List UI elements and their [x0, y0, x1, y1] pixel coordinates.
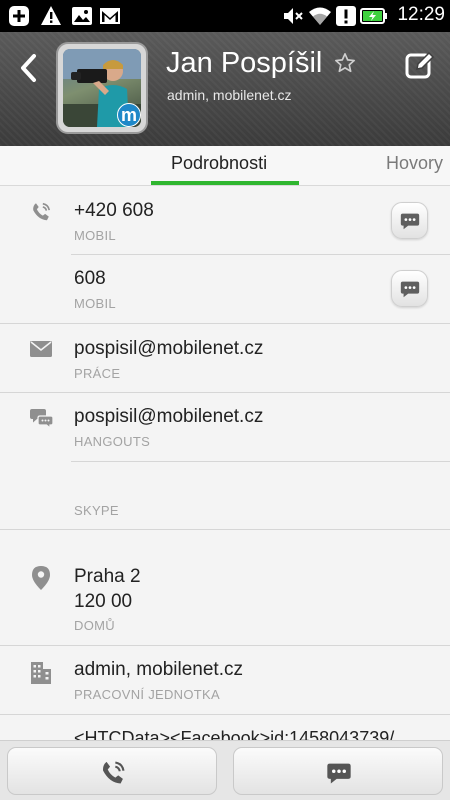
message-icon — [327, 763, 351, 784]
avatar[interactable]: m — [56, 42, 148, 134]
address-postcode: 120 00 — [74, 591, 133, 612]
sms-button[interactable] — [391, 202, 428, 239]
address-street: Praha 2 — [74, 566, 141, 587]
im-type: SKYPE — [74, 503, 119, 518]
contact-details: +420 608 MOBIL 608 MOBIL pospisil@mobile… — [0, 186, 450, 740]
notification-icon — [335, 5, 357, 32]
edit-icon — [405, 51, 435, 79]
image-icon — [71, 5, 93, 32]
message-button[interactable] — [233, 747, 443, 795]
wifi-icon — [308, 5, 332, 32]
account-badge: m — [117, 103, 141, 127]
phone-type: MOBIL — [74, 296, 116, 311]
email-icon — [30, 340, 52, 363]
message-icon — [400, 213, 420, 230]
email-address: pospisil@mobilenet.cz — [74, 338, 264, 359]
tab-details[interactable]: Podrobnosti — [171, 153, 267, 174]
note-text: <HTCData><Facebook>id:1458043739/ — [74, 728, 395, 740]
organization-type: PRACOVNÍ JEDNOTKA — [74, 687, 220, 702]
favorite-star-icon[interactable] — [334, 52, 356, 79]
email-type: PRÁCE — [74, 366, 121, 381]
gmail-icon — [99, 5, 121, 32]
address-type: DOMŮ — [74, 618, 115, 633]
battery-charging-icon — [360, 5, 388, 32]
phone-icon — [30, 200, 52, 229]
address-row[interactable]: Praha 2 120 00 DOMŮ — [0, 530, 450, 645]
add-icon — [8, 5, 30, 32]
hangouts-row[interactable]: pospisil@mobilenet.cz HANGOUTS — [0, 393, 450, 461]
clock: 12:29 — [397, 4, 445, 25]
tab-indicator — [151, 181, 299, 185]
phone-icon — [103, 761, 125, 784]
phone-number: 608 — [74, 268, 106, 289]
phone-row[interactable]: 608 MOBIL — [0, 255, 450, 323]
warning-icon — [40, 5, 62, 32]
bottom-action-bar — [0, 740, 450, 800]
call-button[interactable] — [7, 747, 217, 795]
phone-number: +420 608 — [74, 200, 154, 221]
back-button[interactable] — [14, 50, 44, 86]
organization-name: admin, mobilenet.cz — [74, 659, 243, 680]
contact-header: m Jan Pospíšil admin, mobilenet.cz — [0, 32, 450, 146]
phone-type: MOBIL — [74, 228, 116, 243]
tab-bar: Podrobnosti Hovory — [0, 146, 450, 186]
phone-row[interactable]: +420 608 MOBIL — [0, 186, 450, 254]
message-icon — [400, 281, 420, 298]
sms-button[interactable] — [391, 270, 428, 307]
skype-row[interactable]: SKYPE — [0, 462, 450, 530]
im-type: HANGOUTS — [74, 434, 151, 449]
hangouts-address: pospisil@mobilenet.cz — [74, 406, 264, 427]
building-icon — [31, 662, 51, 689]
status-bar: 12:29 — [0, 0, 450, 32]
organization-row[interactable]: admin, mobilenet.cz PRACOVNÍ JEDNOTKA — [0, 646, 450, 714]
email-row[interactable]: pospisil@mobilenet.cz PRÁCE — [0, 324, 450, 392]
tab-calls[interactable]: Hovory — [386, 153, 443, 174]
mute-icon — [282, 5, 304, 32]
location-pin-icon — [32, 566, 50, 595]
chevron-left-icon — [21, 54, 36, 82]
contact-name: Jan Pospíšil — [166, 47, 323, 79]
contact-organization: admin, mobilenet.cz — [167, 87, 292, 103]
note-row[interactable]: <HTCData><Facebook>id:1458043739/ — [0, 715, 450, 740]
chat-icon — [30, 407, 54, 434]
edit-button[interactable] — [404, 50, 436, 82]
